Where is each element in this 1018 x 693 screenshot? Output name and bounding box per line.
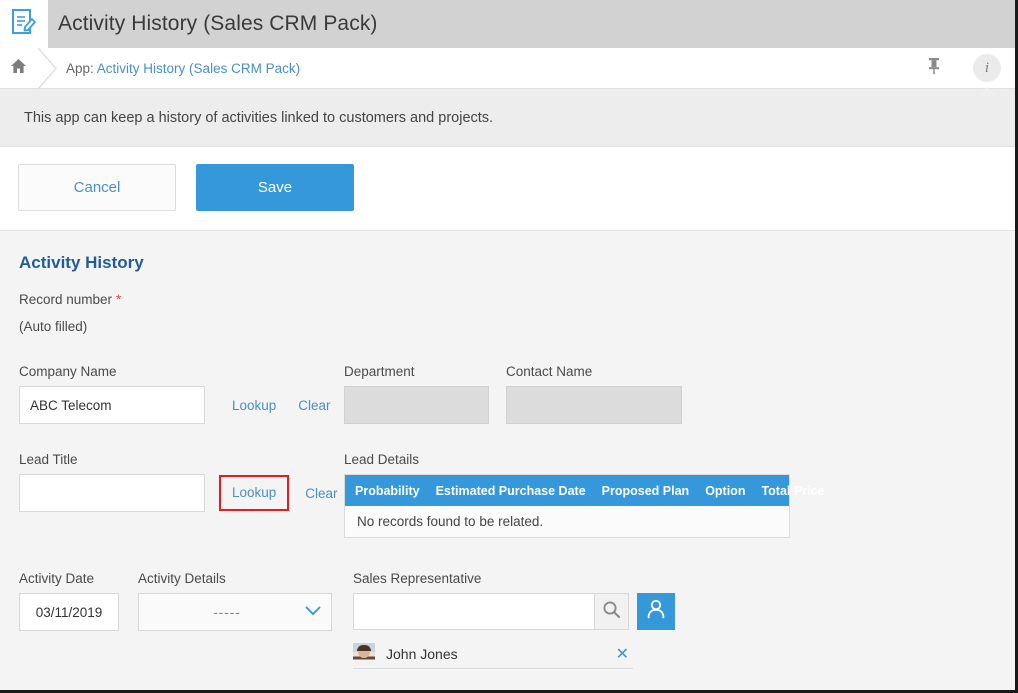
contact-name-field: Contact Name (506, 364, 682, 424)
column-header-option: Option (705, 483, 746, 498)
record-number-value: (Auto filled) (19, 319, 88, 334)
title-bar: Activity History (Sales CRM Pack) (0, 0, 1015, 48)
breadcrumb-prefix: App: (66, 60, 94, 76)
column-header-total-price: Total Price (761, 483, 825, 498)
sales-representative-field: Sales Representative John Jones ✕ (353, 571, 675, 669)
close-icon[interactable]: ✕ (616, 644, 633, 664)
chevron-down-icon (305, 603, 321, 621)
home-button[interactable] (0, 58, 36, 79)
info-caret (978, 87, 996, 96)
form-section-title: Activity History (19, 253, 144, 272)
search-icon (602, 600, 621, 624)
info-button[interactable]: i (973, 54, 1001, 96)
sales-rep-search-group (353, 593, 629, 630)
app-icon-container (0, 0, 48, 48)
column-header-probability: Probability (355, 483, 420, 498)
app-description-text: This app can keep a history of activitie… (24, 109, 494, 126)
activity-details-field: Activity Details ----- (138, 571, 332, 631)
contact-name-input (506, 386, 682, 424)
home-icon (10, 58, 27, 79)
sales-rep-picker-button[interactable] (637, 593, 675, 630)
avatar (353, 642, 375, 665)
lead-lookup-button[interactable]: Lookup (232, 485, 276, 500)
save-button[interactable]: Save (196, 164, 354, 211)
required-indicator: * (115, 291, 122, 307)
pin-button[interactable] (919, 53, 949, 83)
lead-details-header-row: Probability Estimated Purchase Date Prop… (345, 475, 824, 506)
document-edit-icon (11, 8, 37, 41)
department-field: Department (344, 364, 489, 424)
lead-details-table: Probability Estimated Purchase Date Prop… (344, 474, 824, 538)
department-label: Department (344, 364, 415, 379)
activity-details-label: Activity Details (138, 571, 226, 586)
lead-details-empty-message: No records found to be related. (345, 506, 789, 537)
breadcrumb-separator (36, 47, 58, 89)
lead-details-label: Lead Details (344, 452, 420, 467)
cancel-button[interactable]: Cancel (18, 164, 176, 211)
record-number-value-row: (Auto filled) (0, 319, 87, 334)
info-icon: i (984, 59, 990, 76)
company-lookup-button[interactable]: Lookup (232, 398, 276, 413)
breadcrumb-text: App: Activity History (Sales CRM Pack) (58, 61, 300, 76)
lead-clear-button[interactable]: Clear (305, 486, 337, 501)
lead-title-label: Lead Title (19, 452, 78, 467)
activity-details-select[interactable]: ----- (138, 593, 332, 631)
lead-title-input[interactable] (19, 474, 205, 512)
sales-rep-selected-item: John Jones ✕ (353, 639, 633, 669)
person-icon (645, 598, 667, 625)
breadcrumb: App: Activity History (Sales CRM Pack) i (0, 47, 1015, 96)
app-window: Activity History (Sales CRM Pack) App: A… (0, 0, 1018, 693)
sales-representative-label: Sales Representative (353, 571, 482, 586)
activity-date-label: Activity Date (19, 571, 95, 586)
form-area: Activity History Record number * (Auto f… (0, 230, 1015, 690)
company-name-label: Company Name (19, 364, 117, 379)
action-bar: Cancel Save (0, 147, 1015, 230)
activity-date-input[interactable] (19, 593, 119, 631)
column-header-proposed-plan: Proposed Plan (601, 483, 690, 498)
title-bar-strip: Activity History (Sales CRM Pack) (48, 0, 1015, 48)
company-name-input[interactable] (19, 386, 205, 424)
company-name-field: Company Name Lookup Clear (19, 364, 331, 424)
record-number-label: Record number * (19, 291, 121, 307)
activity-details-selected-value: ----- (213, 604, 241, 620)
lead-lookup-highlight: Lookup (219, 475, 290, 511)
breadcrumb-actions: i (919, 48, 1015, 96)
lead-details-section: Lead Details Probability Estimated Purch… (344, 452, 824, 538)
contact-name-label: Contact Name (506, 364, 593, 379)
column-header-estimated-purchase-date: Estimated Purchase Date (435, 483, 586, 498)
sales-rep-selected-name: John Jones (386, 645, 458, 662)
record-number-label-text: Record number (19, 292, 113, 307)
activity-date-field: Activity Date (19, 571, 119, 631)
pin-icon (926, 57, 942, 80)
breadcrumb-app-link[interactable]: Activity History (Sales CRM Pack) (97, 61, 300, 76)
sales-rep-search-input[interactable] (353, 593, 594, 630)
sales-rep-search-button[interactable] (594, 593, 629, 630)
company-clear-button[interactable]: Clear (298, 398, 330, 413)
record-number-field: Record number * (19, 291, 121, 314)
department-input (344, 386, 489, 424)
page-title: Activity History (Sales CRM Pack) (58, 12, 378, 35)
app-description: This app can keep a history of activitie… (0, 89, 1015, 147)
lead-title-field: Lead Title Lookup Clear (19, 452, 338, 512)
